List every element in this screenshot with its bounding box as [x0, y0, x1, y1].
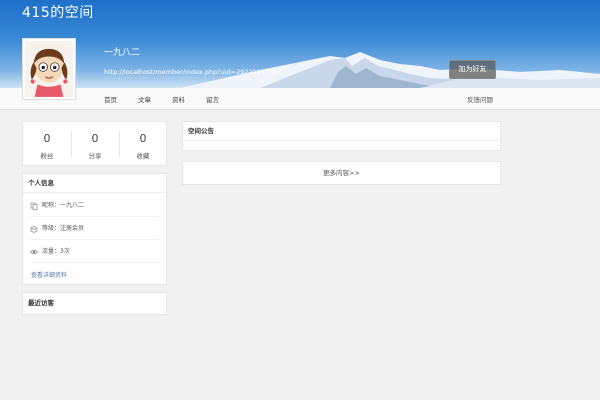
view-details-link[interactable]: 查看详细资料 [31, 270, 67, 279]
nav-articles[interactable]: 文章 [138, 94, 151, 104]
space-nav: 首页 文章 资料 留言 反馈问题 [0, 88, 600, 110]
stat-value: 0 [91, 132, 99, 145]
info-text: 昵称：一九八二 [42, 202, 85, 209]
nav-home[interactable]: 首页 [104, 94, 117, 104]
profile-banner: 415的空间 一九八二 http://localhost/member/inde… [0, 0, 600, 88]
stat-label: 收藏 [136, 152, 150, 160]
recent-visitors-card: 最近访客 [22, 292, 167, 315]
nav-profile[interactable]: 资料 [172, 94, 185, 104]
user-icon [30, 202, 38, 210]
info-text: 等级：注册会员 [42, 225, 85, 232]
add-friend-button[interactable]: 加为好友 [449, 60, 496, 79]
info-row-nickname: 昵称：一九八二 [30, 195, 159, 217]
stat-fans[interactable]: 0 粉丝 [23, 122, 71, 167]
stats-card: 0 粉丝 0 分享 0 收藏 [22, 121, 167, 166]
stat-label: 分享 [88, 152, 102, 160]
info-text: 流量：3次 [42, 248, 70, 255]
stat-shares[interactable]: 0 分享 [71, 122, 119, 167]
card-title: 最近访客 [28, 299, 54, 307]
avatar-image [25, 41, 73, 97]
level-icon [30, 225, 38, 233]
nav-messages[interactable]: 留言 [206, 94, 219, 104]
personal-info-card: 个人信息 昵称：一九八二 等级：注册会员 流量：3次 查看详细资料 [22, 173, 167, 285]
eye-icon [30, 248, 38, 256]
more-content-button[interactable]: 更多内容>> [182, 161, 501, 185]
card-title: 空间公告 [183, 122, 500, 141]
stat-favorites[interactable]: 0 收藏 [119, 122, 167, 167]
info-row-traffic: 流量：3次 [30, 241, 159, 263]
avatar[interactable] [22, 38, 76, 100]
user-name: 一九八二 [104, 48, 141, 58]
stat-label: 粉丝 [40, 152, 54, 160]
profile-url[interactable]: http://localhost/member/index.php?uid=29… [104, 68, 277, 76]
card-title: 个人信息 [23, 174, 166, 193]
space-notice-card: 空间公告 [182, 121, 501, 151]
feedback-link[interactable]: 反馈问题 [467, 94, 493, 104]
stat-value: 0 [139, 132, 147, 145]
stat-value: 0 [43, 132, 51, 145]
space-title: 415的空间 [22, 5, 94, 21]
info-row-level: 等级：注册会员 [30, 218, 159, 240]
